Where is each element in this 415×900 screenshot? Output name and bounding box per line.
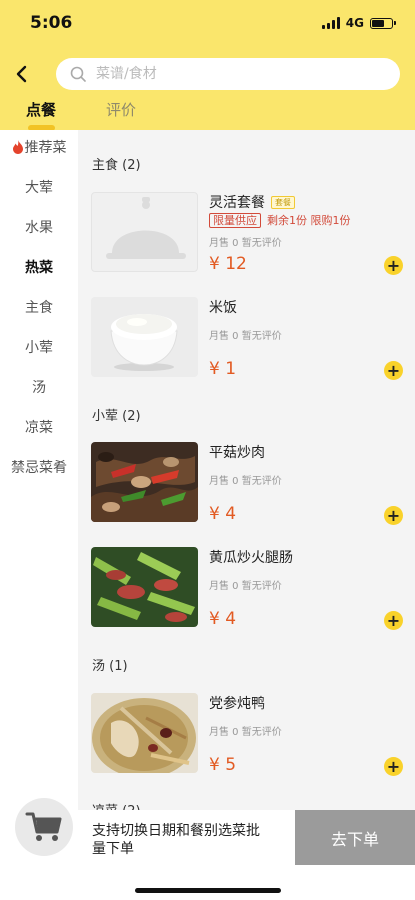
status-time: 5:06 xyxy=(30,13,73,33)
combo-tag: 套餐 xyxy=(271,196,295,209)
list-item[interactable]: 平菇炒肉 月售 0 暂无评价 ¥ 4 + xyxy=(78,442,415,532)
add-to-cart-button[interactable]: + xyxy=(384,757,403,776)
sidebar-item-label: 主食 xyxy=(25,300,53,316)
dish-sales: 月售 0 暂无评价 xyxy=(209,727,282,738)
sidebar-item-hot-dishes[interactable]: 热菜 xyxy=(0,248,78,288)
section-title-cold-dishes: 凉菜 (2) xyxy=(92,800,141,810)
tab-reviews-label: 评价 xyxy=(105,101,136,119)
dish-price: ¥ 5 xyxy=(209,755,237,775)
back-chevron-icon xyxy=(16,65,27,83)
dish-image xyxy=(91,693,198,773)
dish-cover-icon xyxy=(106,197,186,259)
network-label: 4G xyxy=(345,16,364,30)
search-icon xyxy=(70,66,86,82)
plus-icon: + xyxy=(386,255,401,275)
dish-image xyxy=(91,442,198,522)
signal-icon xyxy=(321,17,340,29)
dish-image-placeholder xyxy=(91,192,198,272)
sidebar-item-big-meat[interactable]: 大荤 xyxy=(0,168,78,208)
checkout-button[interactable]: 去下单 xyxy=(295,810,415,865)
dish-price: ¥ 12 xyxy=(209,254,247,274)
cart-button[interactable] xyxy=(15,798,73,856)
dish-name: 平菇炒肉 xyxy=(209,445,265,461)
dish-sales: 月售 0 暂无评价 xyxy=(209,581,282,592)
header: 5:06 4G 点餐 评价 xyxy=(0,0,415,131)
dish-name: 黄瓜炒火腿肠 xyxy=(209,550,293,566)
dish-price: ¥ 4 xyxy=(209,609,237,629)
list-item[interactable]: 党参炖鸭 月售 0 暂无评价 ¥ 5 + xyxy=(78,693,415,783)
limited-supply-tag: 限量供应 xyxy=(209,213,261,228)
status-indicators: 4G xyxy=(321,16,396,30)
dish-name: 米饭 xyxy=(209,300,237,316)
list-item[interactable]: 灵活套餐 套餐 限量供应 剩余1份 限购1份 月售 0 暂无评价 ¥ 12 + xyxy=(78,192,415,282)
plus-icon: + xyxy=(386,610,401,630)
sidebar-item-taboo[interactable]: 禁忌菜肴 xyxy=(0,448,78,488)
home-indicator xyxy=(135,888,281,893)
tab-order[interactable]: 点餐 xyxy=(24,99,58,131)
sidebar-item-label: 小荤 xyxy=(25,340,53,356)
section-title-small-meat: 小荤 (2) xyxy=(92,409,141,424)
add-to-cart-button[interactable]: + xyxy=(384,361,403,380)
sidebar-item-staple[interactable]: 主食 xyxy=(0,288,78,328)
dish-price: ¥ 4 xyxy=(209,504,237,524)
tab-order-label: 点餐 xyxy=(25,101,56,119)
sidebar-item-fruit[interactable]: 水果 xyxy=(0,208,78,248)
add-to-cart-button[interactable]: + xyxy=(384,611,403,630)
sidebar-item-label: 汤 xyxy=(32,380,46,396)
sidebar-item-label: 凉菜 xyxy=(25,420,53,436)
back-button[interactable] xyxy=(10,62,34,86)
sidebar-item-recommended[interactable]: 推荐菜 xyxy=(0,128,78,168)
battery-icon xyxy=(370,17,396,29)
dish-sales: 月售 0 暂无评价 xyxy=(209,476,282,487)
plus-icon: + xyxy=(386,360,401,380)
sidebar-item-soup[interactable]: 汤 xyxy=(0,368,78,408)
order-hint: 支持切换日期和餐别选菜批量下单 xyxy=(92,823,260,857)
fire-icon xyxy=(12,140,23,154)
tab-reviews[interactable]: 评价 xyxy=(104,99,138,120)
plus-icon: + xyxy=(386,756,401,776)
sidebar-item-label: 推荐菜 xyxy=(24,140,67,156)
cart-icon xyxy=(25,812,62,841)
menu-list[interactable]: 主食 (2) 灵活套餐 套餐 限量供应 剩余1份 限购1份 月售 0 暂无评价 ¥ … xyxy=(78,130,415,810)
dish-sales: 月售 0 暂无评价 xyxy=(209,238,282,249)
limit-info: 限量供应 剩余1份 限购1份 xyxy=(209,212,351,228)
bottom-bar: 支持切换日期和餐别选菜批量下单 去下单 xyxy=(0,798,415,900)
sidebar-item-label: 大荤 xyxy=(25,180,53,196)
sidebar-item-small-meat[interactable]: 小荤 xyxy=(0,328,78,368)
dish-price: ¥ 1 xyxy=(209,359,237,379)
add-to-cart-button[interactable]: + xyxy=(384,256,403,275)
dish-image xyxy=(91,297,198,377)
limit-text: 剩余1份 限购1份 xyxy=(267,214,351,227)
section-title-staple: 主食 (2) xyxy=(92,158,141,173)
sidebar-item-cold-dishes[interactable]: 凉菜 xyxy=(0,408,78,448)
add-to-cart-button[interactable]: + xyxy=(384,506,403,525)
dish-name: 党参炖鸭 xyxy=(209,696,265,712)
sidebar-item-label: 热菜 xyxy=(25,260,53,276)
list-item[interactable]: 米饭 月售 0 暂无评价 ¥ 1 + xyxy=(78,297,415,387)
search-input[interactable] xyxy=(94,65,358,83)
dish-name: 灵活套餐 套餐 xyxy=(209,192,295,212)
search-bar[interactable] xyxy=(56,58,400,90)
section-title-soup: 汤 (1) xyxy=(92,659,128,674)
dish-sales: 月售 0 暂无评价 xyxy=(209,331,282,342)
dish-image xyxy=(91,547,198,627)
category-sidebar: 推荐菜 大荤 水果 热菜 主食 小荤 汤 凉菜 禁忌菜肴 xyxy=(0,130,78,810)
plus-icon: + xyxy=(386,505,401,525)
sidebar-item-label: 水果 xyxy=(25,220,53,236)
sidebar-item-label: 禁忌菜肴 xyxy=(11,460,67,476)
status-bar: 5:06 4G xyxy=(0,0,415,50)
list-item[interactable]: 黄瓜炒火腿肠 月售 0 暂无评价 ¥ 4 + xyxy=(78,547,415,637)
